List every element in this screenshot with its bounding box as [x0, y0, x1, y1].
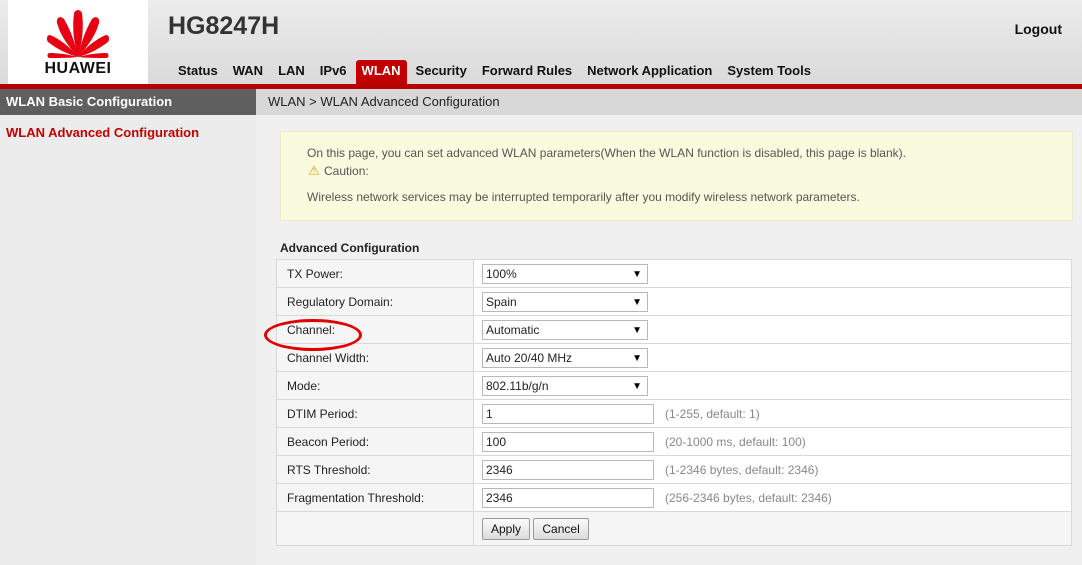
mode-label: Mode: — [276, 371, 474, 400]
nav-item-system-tools[interactable]: System Tools — [721, 60, 817, 84]
breadcrumb: WLAN > WLAN Advanced Configuration — [256, 89, 1082, 115]
form-row-regulatory-domain: Regulatory Domain: Spain ▼ — [276, 287, 1072, 316]
channel-width-select[interactable]: Auto 20/40 MHz ▼ — [482, 347, 648, 368]
warning-icon: ⚠ — [308, 163, 320, 178]
beacon-period-label: Beacon Period: — [276, 427, 474, 456]
chevron-down-icon: ▼ — [632, 380, 642, 392]
beacon-period-input[interactable]: 100 — [482, 431, 654, 452]
huawei-logo: HUAWEI — [8, 0, 148, 84]
fragmentation-threshold-input[interactable]: 2346 — [482, 487, 654, 508]
nav-item-wlan[interactable]: WLAN — [355, 60, 407, 84]
info-text: On this page, you can set advanced WLAN … — [307, 146, 906, 160]
channel-label: Channel: — [276, 315, 474, 344]
warning-text: Wireless network services may be interru… — [307, 190, 860, 204]
form-row-channel-width: Channel Width: Auto 20/40 MHz ▼ — [276, 343, 1072, 372]
dtim-period-hint: (1-255, default: 1) — [660, 399, 1072, 428]
form-row-tx-power: TX Power: 100% ▼ — [276, 259, 1072, 288]
sidebar-item-wlan-advanced[interactable]: WLAN Advanced Configuration — [0, 120, 256, 146]
header-bar: HUAWEI HG8247H Logout Status WAN LAN IPv… — [0, 0, 1082, 85]
main-content: On this page, you can set advanced WLAN … — [256, 115, 1082, 565]
logout-link[interactable]: Logout — [1015, 21, 1062, 37]
nav-item-security[interactable]: Security — [410, 60, 473, 84]
nav-item-forward-rules[interactable]: Forward Rules — [476, 60, 578, 84]
fragmentation-threshold-label: Fragmentation Threshold: — [276, 483, 474, 512]
beacon-period-hint: (20-1000 ms, default: 100) — [660, 427, 1072, 456]
form-row-rts-threshold: RTS Threshold: 2346 (1-2346 bytes, defau… — [276, 455, 1072, 484]
form-row-beacon-period: Beacon Period: 100 (20-1000 ms, default:… — [276, 427, 1072, 456]
regulatory-domain-select[interactable]: Spain ▼ — [482, 291, 648, 312]
chevron-down-icon: ▼ — [632, 296, 642, 308]
huawei-flower-icon — [46, 10, 110, 58]
channel-select[interactable]: Automatic ▼ — [482, 319, 648, 340]
channel-width-label: Channel Width: — [276, 343, 474, 372]
dtim-period-label: DTIM Period: — [276, 399, 474, 428]
logo-text: HUAWEI — [44, 60, 112, 77]
fragmentation-threshold-hint: (256-2346 bytes, default: 2346) — [660, 483, 1072, 512]
apply-button[interactable]: Apply — [482, 517, 531, 540]
sidebar-item-wlan-basic[interactable]: WLAN Basic Configuration — [0, 89, 256, 115]
caution-label: Caution: — [324, 164, 369, 178]
model-title: HG8247H — [168, 12, 280, 40]
rts-threshold-hint: (1-2346 bytes, default: 2346) — [660, 455, 1072, 484]
mode-select[interactable]: 802.11b/g/n ▼ — [482, 375, 648, 396]
advanced-config-table: TX Power: 100% ▼ Regulatory Domain: Spain… — [276, 259, 1072, 546]
cancel-button[interactable]: Cancel — [533, 517, 589, 540]
nav-item-lan[interactable]: LAN — [272, 60, 311, 84]
dtim-period-input[interactable]: 1 — [482, 403, 654, 424]
form-row-channel: Channel: Automatic ▼ — [276, 315, 1072, 344]
sidebar: WLAN Basic Configuration WLAN Advanced C… — [0, 89, 256, 565]
rts-threshold-label: RTS Threshold: — [276, 455, 474, 484]
form-row-fragmentation-threshold: Fragmentation Threshold: 2346 (256-2346 … — [276, 483, 1072, 512]
form-row-mode: Mode: 802.11b/g/n ▼ — [276, 371, 1072, 400]
caution-line: ⚠ Caution: — [307, 162, 1046, 180]
section-title: Advanced Configuration — [280, 241, 420, 255]
chevron-down-icon: ▼ — [632, 324, 642, 336]
regulatory-domain-label: Regulatory Domain: — [276, 287, 474, 316]
rts-threshold-input[interactable]: 2346 — [482, 459, 654, 480]
chevron-down-icon: ▼ — [632, 268, 642, 280]
tx-power-select[interactable]: 100% ▼ — [482, 263, 648, 284]
info-box: On this page, you can set advanced WLAN … — [280, 131, 1073, 221]
nav-item-status[interactable]: Status — [172, 60, 224, 84]
chevron-down-icon: ▼ — [632, 352, 642, 364]
tx-power-label: TX Power: — [276, 259, 474, 288]
main-nav: Status WAN LAN IPv6 WLAN Security Forwar… — [172, 60, 820, 84]
nav-item-network-application[interactable]: Network Application — [581, 60, 718, 84]
button-row: Apply Cancel — [276, 511, 1072, 546]
nav-item-wan[interactable]: WAN — [227, 60, 269, 84]
nav-item-ipv6[interactable]: IPv6 — [314, 60, 353, 84]
form-row-dtim-period: DTIM Period: 1 (1-255, default: 1) — [276, 399, 1072, 428]
